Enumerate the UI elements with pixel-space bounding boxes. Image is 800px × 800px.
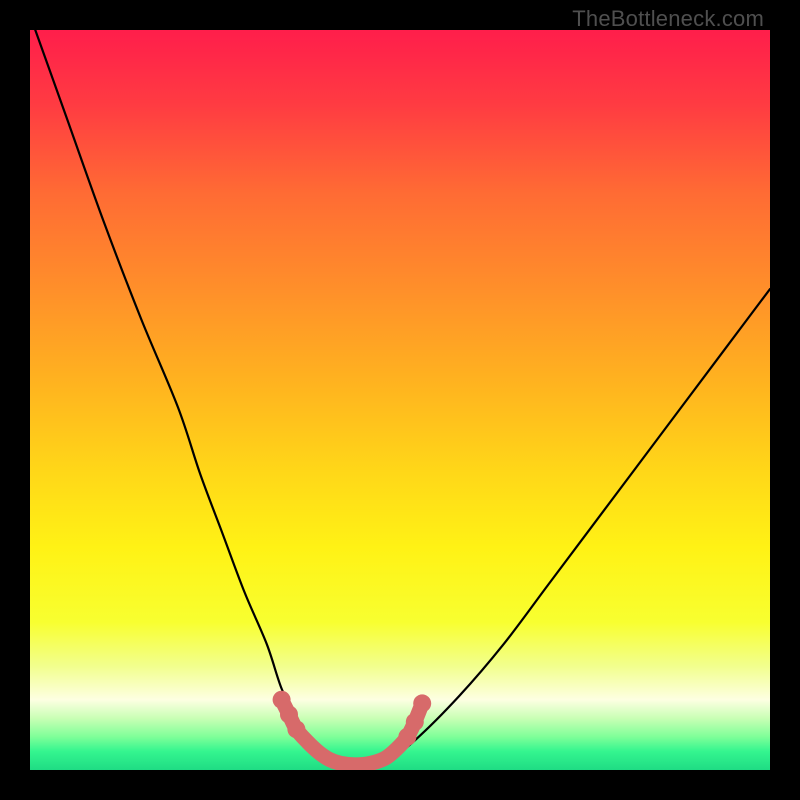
chart-plot-area	[30, 30, 770, 770]
watermark-text: TheBottleneck.com	[572, 6, 764, 32]
gradient-background	[30, 30, 770, 770]
chart-frame: TheBottleneck.com	[0, 0, 800, 800]
bottleneck-chart	[30, 30, 770, 770]
